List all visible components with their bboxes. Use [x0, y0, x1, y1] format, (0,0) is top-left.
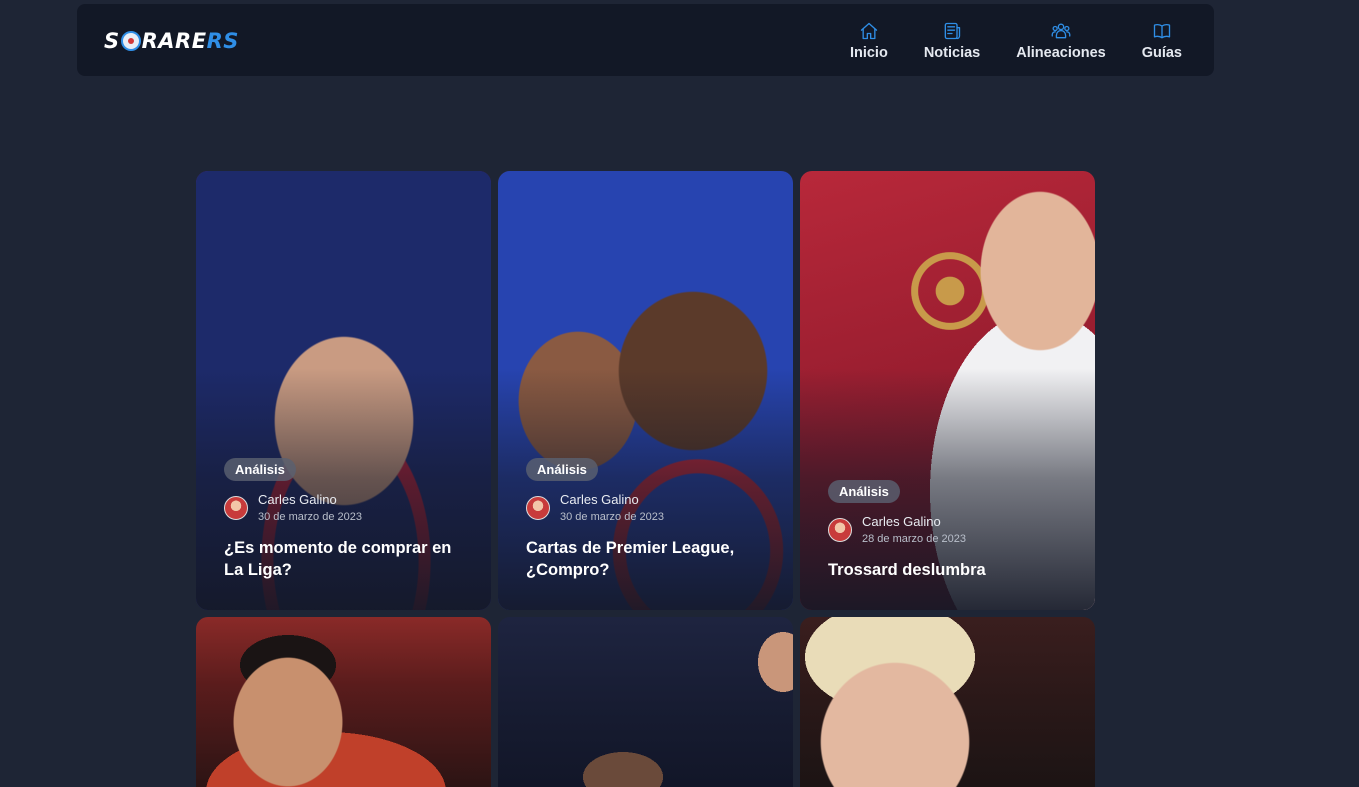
top-navbar: S RARE RS Inicio Noticias Alineaciones G…	[77, 4, 1214, 76]
article-title[interactable]: Trossard deslumbra	[828, 559, 1075, 581]
article-image	[800, 617, 1095, 787]
category-badge[interactable]: Análisis	[526, 458, 598, 481]
article-info: Análisis Carles Galino 30 de marzo de 20…	[526, 458, 773, 581]
article-card[interactable]	[800, 617, 1095, 787]
nav-item-noticias[interactable]: Noticias	[924, 21, 980, 61]
sorarers-logo[interactable]: S RARE RS	[104, 28, 239, 54]
logo-text-middle: RARE	[141, 29, 207, 53]
avatar	[828, 518, 852, 543]
article-card[interactable]: Análisis Carles Galino 30 de marzo de 20…	[196, 171, 491, 610]
article-info: Análisis Carles Galino 30 de marzo de 20…	[224, 458, 471, 581]
avatar	[224, 496, 248, 521]
nav-label: Noticias	[923, 45, 981, 61]
nav-label: Guías	[1141, 45, 1182, 61]
category-badge[interactable]: Análisis	[828, 480, 900, 503]
article-card[interactable]	[498, 617, 793, 787]
article-image	[196, 617, 491, 787]
nav-label: Inicio	[849, 45, 888, 61]
publish-date: 28 de marzo de 2023	[862, 532, 966, 545]
author-name: Carles Galino	[862, 514, 941, 529]
article-card[interactable]	[196, 617, 491, 787]
author-name: Carles Galino	[560, 492, 639, 507]
users-icon	[1051, 21, 1071, 41]
ball-icon	[120, 31, 141, 51]
main-nav: Inicio Noticias Alineaciones Guías	[850, 21, 1182, 61]
publish-date: 30 de marzo de 2023	[560, 510, 664, 523]
article-card[interactable]: Análisis Carles Galino 28 de marzo de 20…	[800, 171, 1095, 610]
author-row: Carles Galino 28 de marzo de 2023	[828, 514, 1075, 546]
nav-item-alineaciones[interactable]: Alineaciones	[1016, 21, 1106, 61]
author-row: Carles Galino 30 de marzo de 2023	[224, 492, 471, 524]
home-icon	[859, 21, 879, 41]
category-badge[interactable]: Análisis	[224, 458, 296, 481]
article-image	[498, 617, 793, 787]
nav-label: Alineaciones	[1016, 45, 1106, 61]
article-title[interactable]: Cartas de Premier League, ¿Compro?	[526, 537, 773, 581]
logo-text-start: S	[104, 29, 120, 53]
author-row: Carles Galino 30 de marzo de 2023	[526, 492, 773, 524]
article-info: Análisis Carles Galino 28 de marzo de 20…	[828, 480, 1075, 581]
logo-text-end: RS	[206, 29, 239, 53]
nav-item-inicio[interactable]: Inicio	[850, 21, 888, 61]
avatar	[526, 496, 550, 521]
publish-date: 30 de marzo de 2023	[258, 510, 362, 523]
article-card[interactable]: Análisis Carles Galino 30 de marzo de 20…	[498, 171, 793, 610]
author-name: Carles Galino	[258, 492, 337, 507]
nav-item-guias[interactable]: Guías	[1142, 21, 1182, 61]
book-icon	[1152, 21, 1172, 41]
newspaper-icon	[942, 21, 962, 41]
article-title[interactable]: ¿Es momento de comprar en La Liga?	[224, 537, 471, 581]
